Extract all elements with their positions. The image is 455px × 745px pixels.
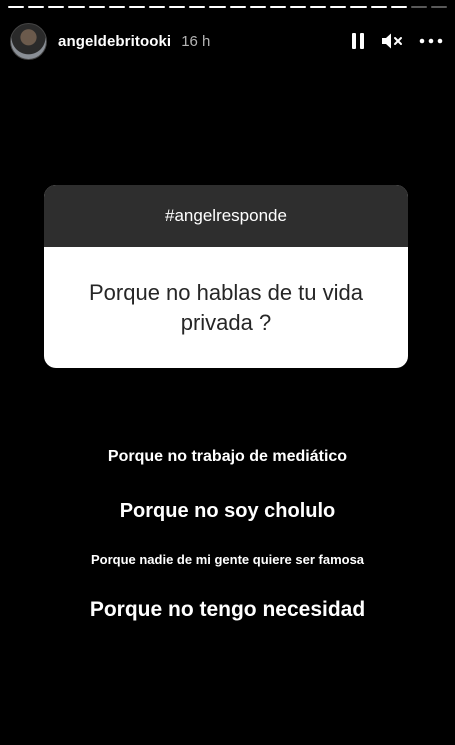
progress-segment	[209, 6, 226, 8]
progress-segment	[148, 6, 166, 8]
pause-icon[interactable]	[351, 32, 365, 50]
progress-segment	[189, 6, 206, 8]
progress-segment	[169, 6, 186, 8]
progress-segment	[430, 6, 448, 8]
progress-segment	[108, 6, 125, 8]
progress-segment	[370, 6, 387, 8]
progress-segment	[269, 6, 286, 8]
username[interactable]: angeldebritooki	[58, 33, 171, 50]
question-text: Porque no hablas de tu vida privada ?	[89, 279, 363, 335]
more-options-icon[interactable]	[419, 38, 443, 44]
header-actions	[351, 32, 443, 50]
progress-segment	[390, 6, 407, 8]
question-sticker[interactable]: #angelresponde Porque no hablas de tu vi…	[44, 185, 408, 368]
answer-text-3: Porque nadie de mi gente quiere ser famo…	[90, 552, 365, 567]
avatar[interactable]	[10, 22, 47, 60]
progress-segment	[48, 6, 65, 8]
story-viewer[interactable]: angeldebritooki 16 h #angelresponde Porq…	[0, 0, 455, 745]
answer-text-2: Porque no soy cholulo	[119, 500, 336, 522]
progress-segment	[350, 6, 367, 8]
progress-segment	[8, 6, 25, 8]
progress-segment	[28, 6, 45, 8]
post-time: 16 h	[181, 32, 211, 50]
progress-segment	[68, 6, 85, 8]
progress-segment	[88, 6, 105, 8]
answer-text-4: Porque no tengo necesidad	[89, 598, 366, 621]
mute-icon[interactable]	[381, 32, 403, 50]
question-sticker-title: #angelresponde	[44, 185, 408, 247]
progress-segment	[249, 6, 266, 8]
progress-segment	[310, 6, 327, 8]
story-progress-bar	[8, 6, 448, 8]
progress-segment	[289, 6, 307, 8]
progress-segment	[128, 6, 145, 8]
progress-segment	[410, 6, 427, 8]
story-header: angeldebritooki 16 h	[10, 20, 443, 62]
progress-segment	[229, 6, 246, 8]
progress-segment	[330, 6, 347, 8]
answer-text-1: Porque no trabajo de mediático	[107, 448, 348, 465]
